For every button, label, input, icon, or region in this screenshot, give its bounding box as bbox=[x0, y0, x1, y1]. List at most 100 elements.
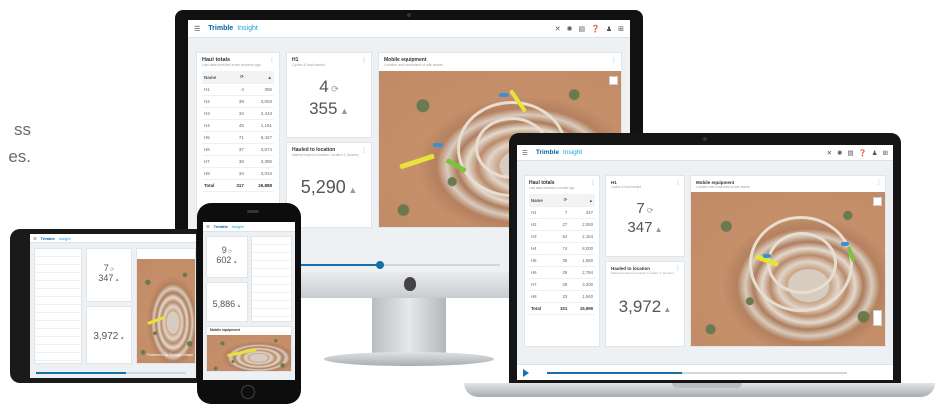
h1-card: 9 ⟳ 602 ▲ bbox=[206, 236, 248, 278]
laptop-notch bbox=[672, 383, 742, 388]
table-total-row[interactable]: Total 321 15,999 bbox=[529, 302, 595, 315]
table-row[interactable]: H7 38 3,385 bbox=[202, 155, 274, 168]
satellite-map[interactable] bbox=[691, 192, 885, 346]
help-icon[interactable]: ❓ bbox=[859, 149, 867, 157]
truck-marker[interactable] bbox=[499, 93, 509, 97]
brand-logo: Trimble Insight bbox=[208, 25, 258, 32]
table-row[interactable]: H1 4 355 bbox=[202, 83, 274, 96]
fullscreen-icon[interactable] bbox=[873, 197, 882, 206]
satellite-map[interactable]: Powered by Google Maps bbox=[137, 259, 195, 363]
truck-path-marker[interactable] bbox=[147, 316, 165, 325]
table-row[interactable]: H1 7 347 bbox=[529, 206, 595, 219]
table-total-row[interactable]: Total 317 26,888 bbox=[202, 179, 274, 192]
h1-card: H1 Cycles & load hauled ⋮ 7 ⟳ 347 ▲ bbox=[605, 175, 685, 257]
laptop-camera bbox=[703, 137, 707, 141]
hamburger-icon[interactable]: ☰ bbox=[194, 25, 200, 33]
close-icon[interactable]: ✕ bbox=[827, 149, 832, 157]
table-row[interactable]: H4 45 1,191 bbox=[202, 119, 274, 132]
table-cell: 3,385 bbox=[245, 155, 274, 168]
zoom-control[interactable] bbox=[873, 310, 882, 326]
table-cell: 317 bbox=[227, 179, 246, 192]
card-subtitle: Location and movement of site assets bbox=[384, 63, 443, 67]
truck-marker[interactable] bbox=[433, 143, 443, 147]
table-row[interactable]: H5 35 1,560 bbox=[529, 254, 595, 267]
table-row[interactable]: H2 39 3,003 bbox=[202, 95, 274, 108]
truck-path-marker[interactable] bbox=[227, 347, 257, 358]
hamburger-icon[interactable]: ☰ bbox=[206, 224, 210, 229]
hamburger-icon[interactable]: ☰ bbox=[522, 149, 528, 157]
kebab-menu-icon[interactable]: ⋮ bbox=[611, 57, 617, 64]
table-cell: 355 bbox=[245, 83, 274, 96]
grid-icon[interactable]: ⊞ bbox=[618, 25, 624, 33]
haul-totals-card bbox=[251, 236, 292, 322]
table-row[interactable]: H6 29 2,784 bbox=[529, 266, 595, 279]
table-row[interactable]: H3 34 2,443 bbox=[202, 107, 274, 120]
fullscreen-icon[interactable] bbox=[609, 76, 618, 85]
table-cell: 34 bbox=[227, 107, 246, 120]
table-cell: H3 bbox=[202, 107, 228, 120]
table-row[interactable]: H2 27 2,093 bbox=[529, 218, 595, 231]
table-cell: 38 bbox=[227, 155, 246, 168]
table-cell: 39 bbox=[227, 95, 246, 108]
table-row[interactable]: H7 28 3,200 bbox=[529, 278, 595, 291]
user-icon[interactable]: ♟ bbox=[872, 149, 878, 157]
table-cell: 34 bbox=[227, 167, 246, 180]
book-icon[interactable]: ▤ bbox=[579, 25, 586, 33]
kebab-menu-icon[interactable]: ⋮ bbox=[361, 147, 367, 154]
imac-camera bbox=[407, 13, 411, 17]
card-subtitle: Location and movement of site assets bbox=[696, 185, 750, 189]
satellite-map[interactable] bbox=[207, 335, 291, 371]
settings-icon[interactable]: ✺ bbox=[837, 149, 842, 157]
table-cell: H6 bbox=[529, 266, 553, 279]
truck-marker[interactable] bbox=[763, 254, 771, 258]
table-cell: H8 bbox=[529, 290, 553, 303]
kebab-menu-icon[interactable]: ⋮ bbox=[876, 179, 882, 186]
cycles-value: 9 ⟳ bbox=[221, 245, 233, 255]
play-icon[interactable] bbox=[523, 369, 529, 377]
table-cell: H7 bbox=[202, 155, 228, 168]
table-row[interactable]: H6 37 3,574 bbox=[202, 143, 274, 156]
close-icon[interactable]: ✕ bbox=[555, 25, 561, 33]
column-header[interactable]: ⟳ bbox=[552, 194, 570, 207]
cycles-value: 4 ⟳ bbox=[319, 77, 339, 96]
timeline-slider[interactable] bbox=[36, 372, 186, 374]
haul-totals-card bbox=[34, 248, 82, 364]
table-cell: 7 bbox=[552, 206, 570, 219]
table-cell: 64 bbox=[552, 230, 570, 243]
kebab-menu-icon[interactable]: ⋮ bbox=[675, 179, 681, 186]
kebab-menu-icon[interactable]: ⋮ bbox=[361, 57, 367, 64]
table-cell: H4 bbox=[529, 242, 553, 255]
help-icon[interactable]: ❓ bbox=[591, 25, 600, 33]
card-subtitle: Last data received a few seconds ago bbox=[202, 63, 261, 67]
table-cell: 2,784 bbox=[569, 266, 595, 279]
table-cell: 26,888 bbox=[245, 179, 274, 192]
table-row[interactable]: H8 34 3,034 bbox=[202, 167, 274, 180]
column-header[interactable]: Name bbox=[202, 71, 228, 84]
book-icon[interactable]: ▤ bbox=[847, 149, 853, 157]
card-subtitle: Material hauled to location 'Location 1'… bbox=[292, 153, 359, 157]
column-header[interactable]: ▲ bbox=[569, 194, 595, 207]
timeline-slider[interactable] bbox=[547, 372, 847, 374]
hauled-value: 5,290 ▲ bbox=[300, 177, 358, 197]
kebab-menu-icon[interactable]: ⋮ bbox=[269, 57, 275, 64]
column-header[interactable]: ⟳ bbox=[227, 71, 246, 84]
hamburger-icon[interactable]: ☰ bbox=[33, 236, 37, 241]
load-icon: ▲ bbox=[337, 106, 349, 116]
haul-totals-table: Name ⟳ ▲ H1 4 355 H2 39 3,003 H3 34 2,443 H4 45 1,1… bbox=[202, 71, 274, 192]
kebab-menu-icon[interactable]: ⋮ bbox=[675, 265, 681, 272]
app-topbar: ☰ Trimble Insight ✕ ✺ ▤ ❓ ♟ ⊞ bbox=[517, 145, 893, 161]
grid-icon[interactable]: ⊞ bbox=[883, 149, 888, 157]
table-row[interactable]: H4 74 8,000 bbox=[529, 242, 595, 255]
column-header[interactable]: Name bbox=[529, 194, 553, 207]
table-row[interactable]: H3 64 2,164 bbox=[529, 230, 595, 243]
timeline-knob[interactable] bbox=[376, 261, 384, 269]
user-icon[interactable]: ♟ bbox=[606, 25, 612, 33]
table-row[interactable]: H5 71 6,427 bbox=[202, 131, 274, 144]
table-cell: 2,093 bbox=[569, 218, 595, 231]
settings-icon[interactable]: ✺ bbox=[567, 25, 573, 33]
truck-path-marker[interactable] bbox=[399, 153, 435, 170]
column-header[interactable]: ▲ bbox=[245, 71, 274, 84]
table-cell: 74 bbox=[552, 242, 570, 255]
kebab-menu-icon[interactable]: ⋮ bbox=[590, 179, 596, 186]
table-row[interactable]: H8 23 1,940 bbox=[529, 290, 595, 303]
